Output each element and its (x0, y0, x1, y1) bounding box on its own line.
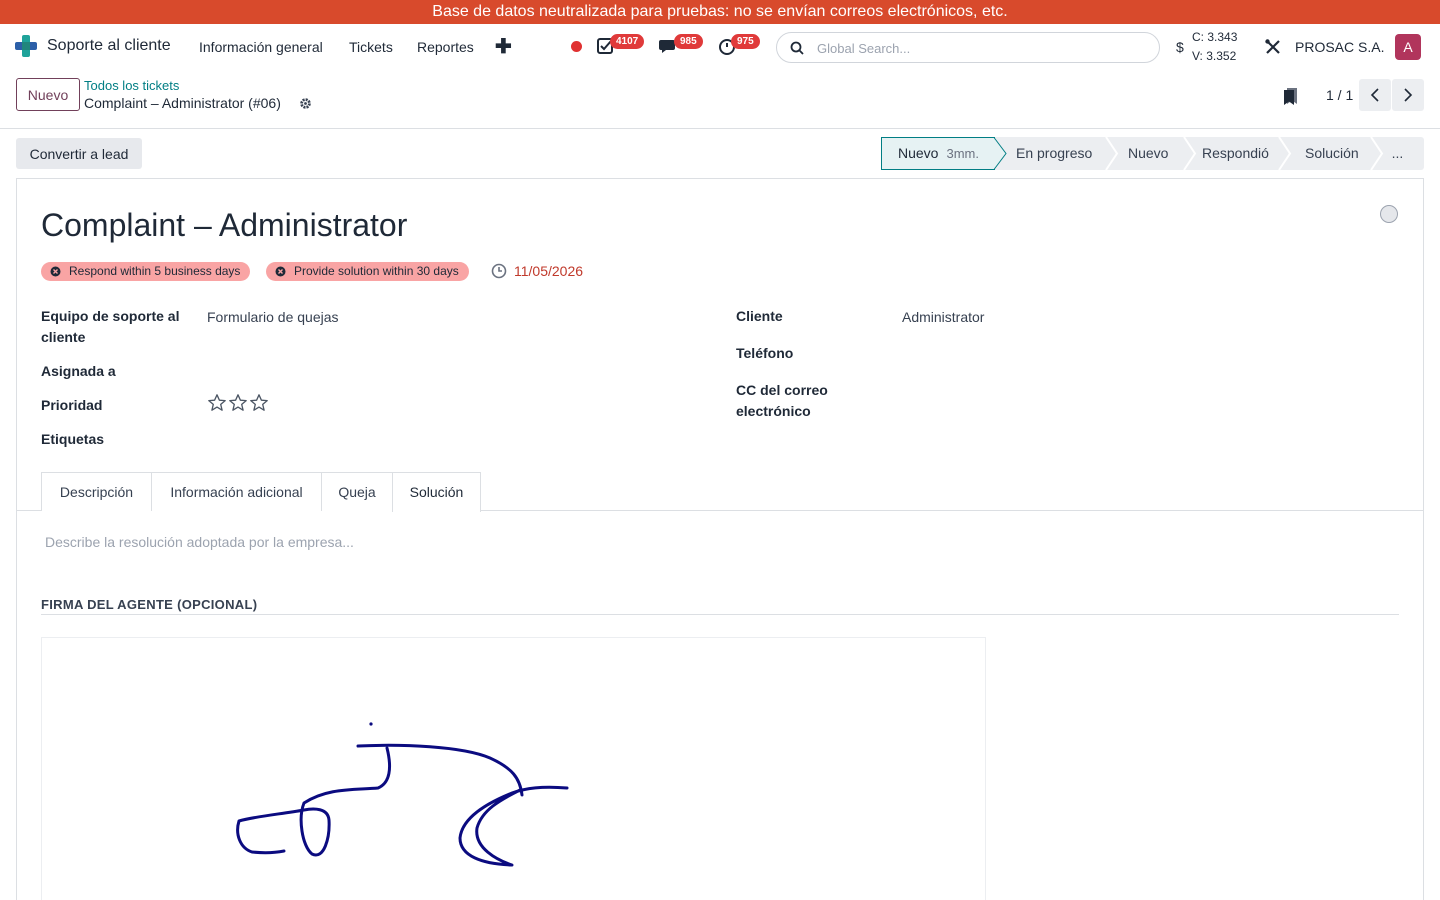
stage-duration: 3mm. (946, 146, 979, 161)
tab-queja[interactable]: Queja (321, 472, 393, 511)
sla-failed-icon (50, 266, 61, 277)
new-record-button[interactable]: Nuevo (16, 78, 80, 111)
global-search-input[interactable] (817, 38, 1147, 58)
star-icon[interactable] (249, 393, 269, 413)
quick-create-icon[interactable]: ✚ (495, 34, 512, 59)
debug-tools-icon[interactable] (1264, 38, 1282, 56)
breadcrumb-parent-link[interactable]: Todos los tickets (84, 78, 179, 93)
menu-informacion-general[interactable]: Información general (199, 39, 323, 55)
notebook-tabs: Descripción Información adicional Queja … (17, 472, 1423, 512)
stage-en-progreso-label: En progreso (1016, 145, 1093, 161)
stage-respondio-label: Respondió (1202, 145, 1269, 161)
pager-next-button[interactable] (1392, 79, 1424, 111)
stage-nuevo-active[interactable]: Nuevo 3mm. (881, 137, 995, 170)
chevron-left-icon (1370, 88, 1379, 102)
stage-solucion[interactable]: Solución (1279, 137, 1371, 170)
label-phone: Teléfono (736, 345, 794, 361)
company-switcher[interactable]: PROSAC S.A. (1295, 39, 1384, 55)
helpdesk-app-icon[interactable] (14, 34, 38, 58)
star-icon[interactable] (207, 393, 227, 413)
label-priority: Prioridad (41, 397, 103, 413)
sla-deadline: 11/05/2026 (514, 263, 584, 279)
stage-respondio[interactable]: Respondió (1184, 137, 1279, 170)
messages-badge: 985 (674, 34, 703, 49)
stage-en-progreso[interactable]: En progreso (993, 137, 1106, 170)
user-avatar[interactable]: A (1395, 34, 1421, 60)
tab-informacion-adicional[interactable]: Información adicional (151, 472, 322, 511)
timers-badge: 975 (731, 34, 760, 49)
app-name[interactable]: Soporte al cliente (47, 37, 171, 55)
stage-nuevo-2[interactable]: Nuevo (1106, 137, 1184, 170)
star-icon[interactable] (228, 393, 248, 413)
stage-statusbar: ... Solución Respondió Nuevo En progreso… (881, 137, 1424, 170)
field-tags[interactable] (207, 429, 687, 450)
stage-solucion-label: Solución (1305, 145, 1359, 161)
pager-previous-button[interactable] (1359, 79, 1391, 111)
sla-tag-solution-label: Provide solution within 30 days (294, 264, 459, 278)
breadcrumb-current: Complaint – Administrator (#06) (84, 95, 281, 111)
search-icon (790, 41, 804, 55)
menu-reportes[interactable]: Reportes (417, 39, 474, 55)
solution-description-field[interactable]: Describe la resolución adoptada por la e… (45, 534, 354, 550)
stage-more-label: ... (1391, 145, 1404, 161)
control-panel: Nuevo Todos los tickets Complaint – Admi… (0, 70, 1440, 129)
rate-sell: V: 3.352 (1192, 49, 1237, 63)
exchange-rates[interactable]: C: 3.343 V: 3.352 (1192, 28, 1237, 66)
label-tags: Etiquetas (41, 431, 105, 447)
field-support-team[interactable]: Formulario de quejas (207, 309, 339, 325)
priority-stars (207, 393, 270, 416)
sla-tag-respond-label: Respond within 5 business days (69, 264, 241, 278)
bookmark-icon[interactable] (1283, 87, 1299, 105)
signature-pad[interactable] (41, 637, 986, 900)
signature-separator (41, 614, 1399, 615)
chevron-right-icon (1404, 88, 1413, 102)
signature-heading: FIRMA DEL AGENTE (OPCIONAL) (41, 597, 258, 612)
tab-descripcion[interactable]: Descripción (41, 472, 152, 511)
field-assigned-to[interactable] (207, 361, 687, 382)
field-email-cc[interactable] (902, 380, 1382, 401)
kanban-state-toggle[interactable] (1380, 205, 1398, 223)
form-sheet: Complaint – Administrator Respond within… (16, 178, 1424, 900)
top-navbar: Soporte al cliente Información general T… (0, 24, 1440, 70)
gear-icon[interactable] (299, 97, 312, 110)
convert-to-lead-button[interactable]: Convertir a lead (16, 138, 142, 169)
clock-icon (491, 263, 507, 279)
ticket-title[interactable]: Complaint – Administrator (41, 207, 407, 244)
stage-more[interactable]: ... (1371, 137, 1424, 170)
label-customer: Cliente (736, 308, 783, 324)
label-email-cc: CC del correo electrónico (736, 382, 828, 419)
sla-tag-solution: Provide solution within 30 days (266, 262, 469, 281)
rate-buy: C: 3.343 (1192, 30, 1238, 44)
pager-value[interactable]: 1 / 1 (1326, 87, 1353, 103)
label-assigned-to: Asignada a (41, 363, 116, 379)
stage-nuevo-active-label: Nuevo (898, 145, 939, 161)
currency-symbol: $ (1176, 39, 1184, 55)
sla-failed-icon (275, 266, 286, 277)
field-phone[interactable] (902, 343, 1382, 364)
record-indicator-icon[interactable] (571, 41, 582, 52)
test-database-banner: Base de datos neutralizada para pruebas:… (0, 0, 1440, 24)
handwritten-signature (236, 722, 569, 867)
field-customer[interactable]: Administrator (902, 309, 984, 325)
sla-tag-respond: Respond within 5 business days (41, 262, 251, 281)
label-support-team: Equipo de soporte al cliente (41, 308, 180, 345)
activities-badge: 4107 (610, 34, 645, 49)
tab-solucion[interactable]: Solución (392, 472, 481, 512)
menu-tickets[interactable]: Tickets (349, 39, 393, 55)
global-search[interactable] (776, 32, 1160, 63)
stage-nuevo-2-label: Nuevo (1128, 145, 1169, 161)
